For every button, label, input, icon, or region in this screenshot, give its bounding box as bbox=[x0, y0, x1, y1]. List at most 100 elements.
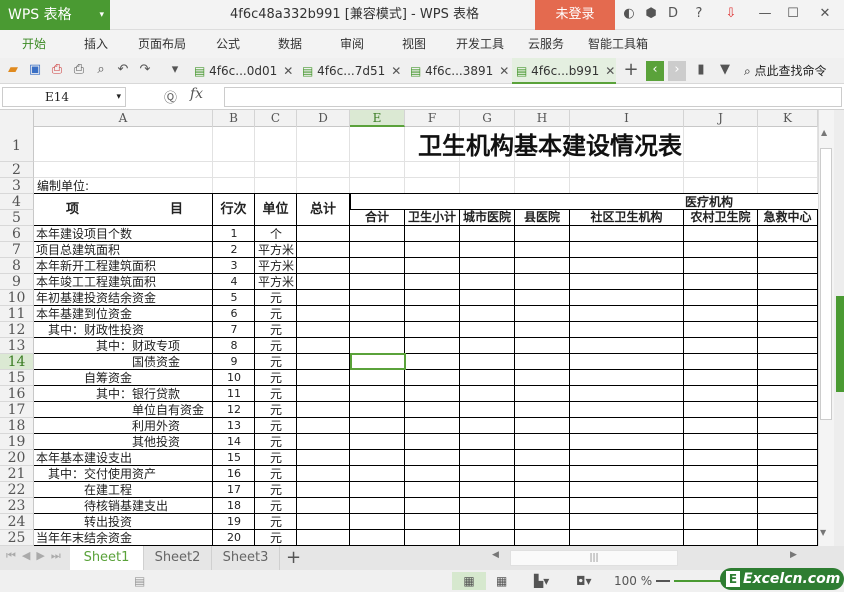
grid-cell[interactable] bbox=[758, 178, 818, 194]
menu-7[interactable]: 开发工具 bbox=[456, 30, 504, 58]
grid-cell[interactable] bbox=[297, 226, 350, 242]
grid-cell[interactable] bbox=[515, 162, 570, 178]
grid-cell[interactable] bbox=[460, 162, 515, 178]
grid-cell[interactable] bbox=[684, 258, 758, 274]
grid-cell[interactable] bbox=[515, 530, 570, 546]
grid-cell[interactable] bbox=[350, 466, 405, 482]
login-button[interactable]: 未登录 bbox=[535, 0, 615, 30]
scroll-up-icon[interactable]: ▲ bbox=[821, 128, 827, 137]
grid-cell[interactable] bbox=[405, 418, 460, 434]
grid-cell[interactable] bbox=[758, 306, 818, 322]
grid-cell[interactable] bbox=[34, 418, 213, 434]
command-search[interactable]: ⌕ 点此查找命令 bbox=[744, 58, 827, 84]
grid-cell[interactable] bbox=[758, 434, 818, 450]
grid-cell[interactable] bbox=[570, 258, 684, 274]
eye-protect-icon[interactable]: ◘▾ bbox=[576, 572, 592, 590]
grid-cell[interactable] bbox=[460, 274, 515, 290]
grid-cell[interactable] bbox=[460, 370, 515, 386]
grid-cell[interactable] bbox=[405, 274, 460, 290]
grid-cell[interactable] bbox=[684, 274, 758, 290]
grid-cell[interactable] bbox=[297, 162, 350, 178]
grid-cell[interactable] bbox=[758, 402, 818, 418]
grid-cell[interactable] bbox=[297, 274, 350, 290]
grid-cell[interactable] bbox=[213, 127, 255, 162]
grid-cell[interactable] bbox=[570, 386, 684, 402]
grid-cell[interactable] bbox=[758, 386, 818, 402]
row-header-8[interactable]: 8 bbox=[0, 258, 34, 274]
grid-cell[interactable] bbox=[297, 354, 350, 370]
skin-icon[interactable]: ◐ bbox=[620, 6, 638, 21]
grid-cell[interactable] bbox=[570, 530, 684, 546]
grid-cell[interactable] bbox=[297, 178, 350, 194]
grid-cell[interactable] bbox=[684, 370, 758, 386]
row-header-22[interactable]: 22 bbox=[0, 482, 34, 498]
row-header-7[interactable]: 7 bbox=[0, 242, 34, 258]
row-header-13[interactable]: 13 bbox=[0, 338, 34, 354]
grid-cell[interactable] bbox=[350, 226, 405, 242]
grid-cell[interactable] bbox=[460, 514, 515, 530]
grid-cell[interactable] bbox=[758, 498, 818, 514]
row-header-1[interactable]: 1 bbox=[0, 127, 34, 162]
grid-cell[interactable] bbox=[758, 466, 818, 482]
grid-cell[interactable] bbox=[570, 242, 684, 258]
grid-cell[interactable] bbox=[570, 418, 684, 434]
grid-cell[interactable] bbox=[684, 386, 758, 402]
column-header-D[interactable]: D bbox=[297, 110, 350, 127]
name-box[interactable]: E14 ▾ bbox=[2, 87, 126, 107]
grid-cell[interactable] bbox=[758, 338, 818, 354]
grid-cell[interactable] bbox=[297, 290, 350, 306]
grid-cell[interactable] bbox=[405, 466, 460, 482]
save-icon[interactable]: ▣ bbox=[26, 61, 44, 79]
grid-cell[interactable] bbox=[684, 530, 758, 546]
grid-cell[interactable] bbox=[515, 418, 570, 434]
open-icon[interactable]: ▰ bbox=[4, 61, 22, 79]
grid-cell[interactable] bbox=[515, 514, 570, 530]
grid-cell[interactable] bbox=[34, 354, 213, 370]
grid-cell[interactable] bbox=[758, 354, 818, 370]
grid-cell[interactable] bbox=[405, 498, 460, 514]
grid-cell[interactable] bbox=[515, 290, 570, 306]
grid-cell[interactable] bbox=[297, 242, 350, 258]
row-header-23[interactable]: 23 bbox=[0, 498, 34, 514]
grid-cell[interactable] bbox=[515, 434, 570, 450]
grid-cell[interactable] bbox=[297, 306, 350, 322]
grid-cell[interactable] bbox=[460, 322, 515, 338]
normal-view-icon[interactable]: ▦ bbox=[452, 572, 486, 590]
column-header-C[interactable]: C bbox=[255, 110, 297, 127]
grid-cell[interactable] bbox=[297, 498, 350, 514]
grid-cell[interactable] bbox=[684, 434, 758, 450]
grid-cell[interactable] bbox=[460, 386, 515, 402]
grid-cell[interactable] bbox=[460, 338, 515, 354]
grid-cell[interactable] bbox=[684, 514, 758, 530]
row-header-25[interactable]: 25 bbox=[0, 530, 34, 546]
zoom-level[interactable]: 100 % bbox=[614, 572, 652, 590]
grid-cell[interactable] bbox=[570, 450, 684, 466]
grid-cell[interactable] bbox=[684, 482, 758, 498]
row-header-12[interactable]: 12 bbox=[0, 322, 34, 338]
scroll-down-icon[interactable]: ▼ bbox=[820, 528, 826, 537]
grid-cell[interactable] bbox=[684, 402, 758, 418]
grid-cell[interactable] bbox=[570, 226, 684, 242]
horizontal-scrollbar[interactable]: ||| bbox=[510, 550, 678, 566]
grid-cell[interactable] bbox=[515, 402, 570, 418]
grid-cell[interactable] bbox=[350, 338, 405, 354]
grid-cell[interactable] bbox=[460, 402, 515, 418]
select-all-corner[interactable] bbox=[0, 110, 34, 127]
sheet-tab-sheet3[interactable]: Sheet3 bbox=[212, 546, 280, 570]
column-header-G[interactable]: G bbox=[460, 110, 515, 127]
grid-cell[interactable] bbox=[515, 466, 570, 482]
row-header-11[interactable]: 11 bbox=[0, 306, 34, 322]
grid-cell[interactable] bbox=[405, 370, 460, 386]
grid-cell[interactable] bbox=[297, 127, 350, 162]
column-header-H[interactable]: H bbox=[515, 110, 570, 127]
grid-cell[interactable] bbox=[460, 498, 515, 514]
grid-cell[interactable] bbox=[297, 322, 350, 338]
grid-cell[interactable] bbox=[460, 290, 515, 306]
grid-cell[interactable] bbox=[405, 258, 460, 274]
grid-cell[interactable] bbox=[570, 162, 684, 178]
grid-cell[interactable] bbox=[255, 162, 297, 178]
row-header-18[interactable]: 18 bbox=[0, 418, 34, 434]
doc-tab[interactable]: ▤ 4f6c...b991 ✕ bbox=[512, 58, 616, 84]
grid-cell[interactable] bbox=[213, 162, 255, 178]
tab-next-icon[interactable]: › bbox=[668, 61, 686, 81]
